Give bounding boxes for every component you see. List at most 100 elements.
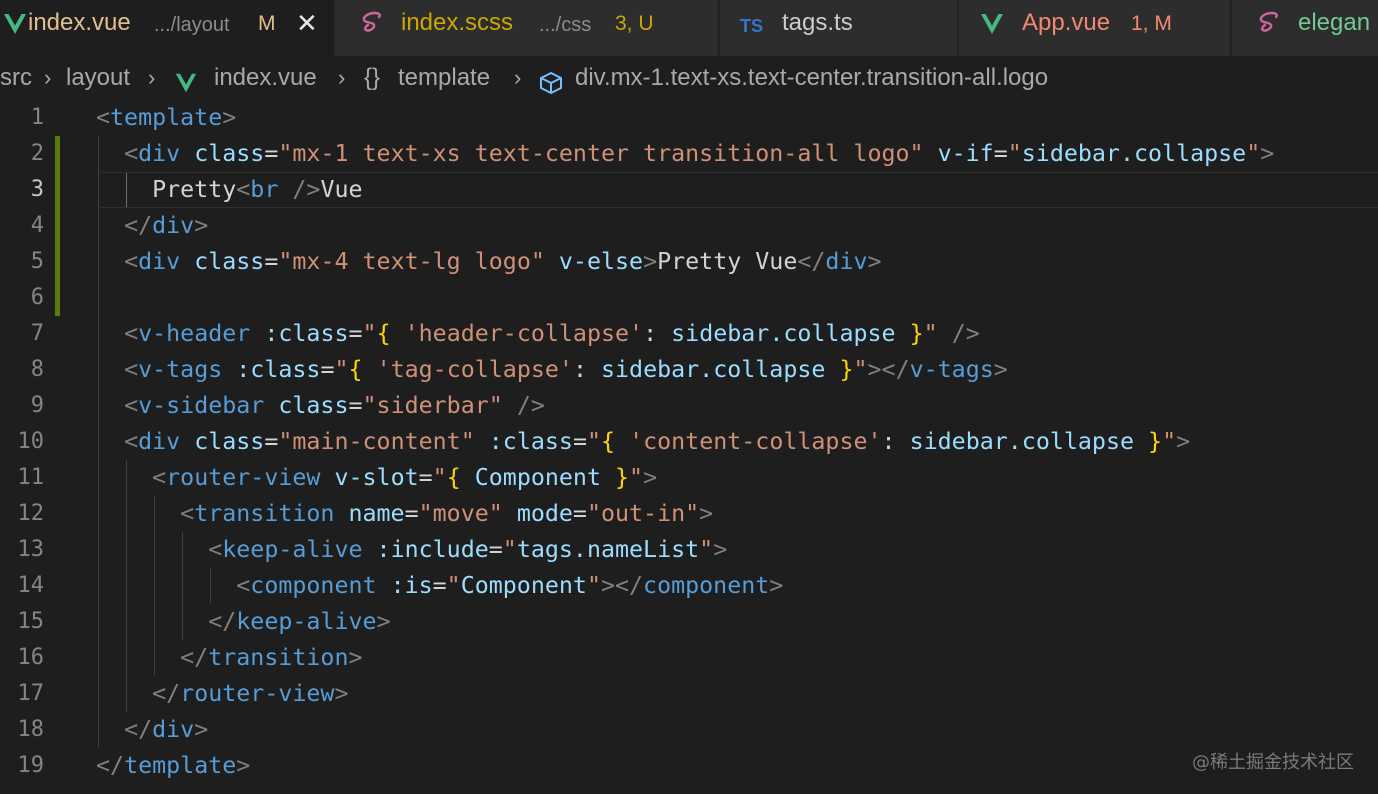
code-line[interactable]: 7 <v-header :class="{ 'header-collapse':… xyxy=(0,316,1378,352)
code-line[interactable]: 18 </div> xyxy=(0,712,1378,748)
code-token: } xyxy=(615,464,630,491)
code-token: = xyxy=(320,356,335,383)
code-text: </transition> xyxy=(96,640,362,676)
line-number: 13 xyxy=(17,537,45,562)
code-line[interactable]: 13 <keep-alive :include="tags.nameList"> xyxy=(0,532,1378,568)
code-token: "mx-4 text-lg logo" xyxy=(278,248,545,275)
code-line[interactable]: 9 <v-sidebar class="siderbar" /> xyxy=(0,388,1378,424)
code-line[interactable]: 10 <div class="main-content" :class="{ '… xyxy=(0,424,1378,460)
line-number: 15 xyxy=(17,609,45,634)
tab-index-vue[interactable]: index.vue .../layout M ✕ xyxy=(0,0,334,56)
line-number: 8 xyxy=(30,357,44,382)
code-editor[interactable]: 1 <template> 2 <div class="mx-1 text-xs te… xyxy=(0,100,1378,794)
code-token: = xyxy=(348,320,363,347)
code-token: < xyxy=(236,572,251,599)
vue-icon xyxy=(4,7,26,53)
tab-elegant[interactable]: elegan xyxy=(1232,0,1378,56)
tab-path: .../layout xyxy=(154,14,230,36)
sass-icon xyxy=(1256,7,1284,53)
code-token: = xyxy=(264,140,279,167)
code-text: </template> xyxy=(96,748,250,784)
code-token: v-if xyxy=(937,140,994,167)
code-token: 'content-collapse' xyxy=(629,428,882,455)
breadcrumb-item-template[interactable]: template xyxy=(398,56,490,100)
code-token: :class xyxy=(236,356,321,383)
code-token: Pretty xyxy=(96,176,237,203)
code-text: <div class="main-content" :class="{ 'con… xyxy=(96,424,1190,460)
chevron-right-icon: › xyxy=(514,65,522,90)
tab-git-status: M xyxy=(258,12,276,35)
code-line[interactable]: 17 </router-view> xyxy=(0,676,1378,712)
line-number: 4 xyxy=(30,213,44,238)
code-line[interactable]: 6 xyxy=(0,280,1378,316)
code-token: </ xyxy=(124,716,153,743)
code-token: v-tags xyxy=(909,356,994,383)
code-line[interactable]: 15 </keep-alive> xyxy=(0,604,1378,640)
code-line[interactable]: 4 </div> xyxy=(0,208,1378,244)
code-token: /> xyxy=(951,320,980,347)
code-line[interactable]: 11 <router-view v-slot="{ Component }"> xyxy=(0,460,1378,496)
code-text: <div class="mx-4 text-lg logo" v-else>Pr… xyxy=(96,244,881,280)
code-line[interactable]: 3 Pretty<br />Vue xyxy=(0,172,1378,208)
code-token: > xyxy=(236,752,251,779)
code-token: sidebar.collapse xyxy=(909,428,1135,455)
code-line[interactable]: 2 <div class="mx-1 text-xs text-center t… xyxy=(0,136,1378,172)
line-number: 5 xyxy=(30,249,44,274)
code-token: template xyxy=(110,104,223,131)
code-token: div xyxy=(825,248,868,275)
code-token: " xyxy=(586,428,601,455)
code-token: /> xyxy=(516,392,545,419)
close-icon[interactable]: ✕ xyxy=(296,0,318,46)
code-text: <v-tags :class="{ 'tag-collapse': sideba… xyxy=(96,352,1008,388)
code-token: { xyxy=(601,428,616,455)
code-token: Component xyxy=(474,464,601,491)
code-line[interactable]: 19 </template> xyxy=(0,748,1378,784)
code-token: " xyxy=(432,464,447,491)
code-token: = xyxy=(432,572,447,599)
code-line[interactable]: 14 <component :is="Component"></componen… xyxy=(0,568,1378,604)
code-token: </ xyxy=(124,212,153,239)
breadcrumb-item-layout[interactable]: layout xyxy=(66,56,130,100)
code-token: class xyxy=(278,392,349,419)
code-token: > xyxy=(643,464,658,491)
tab-tags-ts[interactable]: TS tags.ts xyxy=(720,0,958,56)
code-line[interactable]: 12 <transition name="move" mode="out-in"… xyxy=(0,496,1378,532)
line-number: 19 xyxy=(17,753,45,778)
code-token: > xyxy=(222,104,237,131)
tab-index-scss[interactable]: index.scss .../css 3, U xyxy=(335,0,719,56)
tab-app-vue[interactable]: App.vue 1, M xyxy=(959,0,1231,56)
code-token: transition xyxy=(194,500,335,527)
code-line[interactable]: 16 </transition> xyxy=(0,640,1378,676)
code-text: <v-header :class="{ 'header-collapse': s… xyxy=(96,316,980,352)
tab-label: index.scss xyxy=(401,9,514,36)
code-token: 'tag-collapse' xyxy=(376,356,573,383)
code-token: " xyxy=(362,320,377,347)
code-text: <transition name="move" mode="out-in"> xyxy=(96,496,713,532)
code-line[interactable]: 5 <div class="mx-4 text-lg logo" v-else>… xyxy=(0,244,1378,280)
code-token: "mx-1 text-xs text-center transition-all… xyxy=(278,140,924,167)
code-token: > xyxy=(713,536,728,563)
code-token: class xyxy=(194,428,265,455)
breadcrumb-item-file[interactable]: index.vue xyxy=(214,56,317,100)
code-token: > xyxy=(1260,140,1275,167)
code-token: " xyxy=(699,536,714,563)
breadcrumb-item-element[interactable]: div.mx-1.text-xs.text-center.transition-… xyxy=(575,56,1048,100)
code-token: < xyxy=(152,464,167,491)
code-token: "move" xyxy=(418,500,503,527)
line-number: 11 xyxy=(17,465,45,490)
code-token: v-else xyxy=(558,248,644,275)
code-line[interactable]: 1 <template> xyxy=(0,100,1378,136)
breadcrumb-item-src[interactable]: src xyxy=(0,56,32,100)
code-line[interactable]: 8 <v-tags :class="{ 'tag-collapse': side… xyxy=(0,352,1378,388)
